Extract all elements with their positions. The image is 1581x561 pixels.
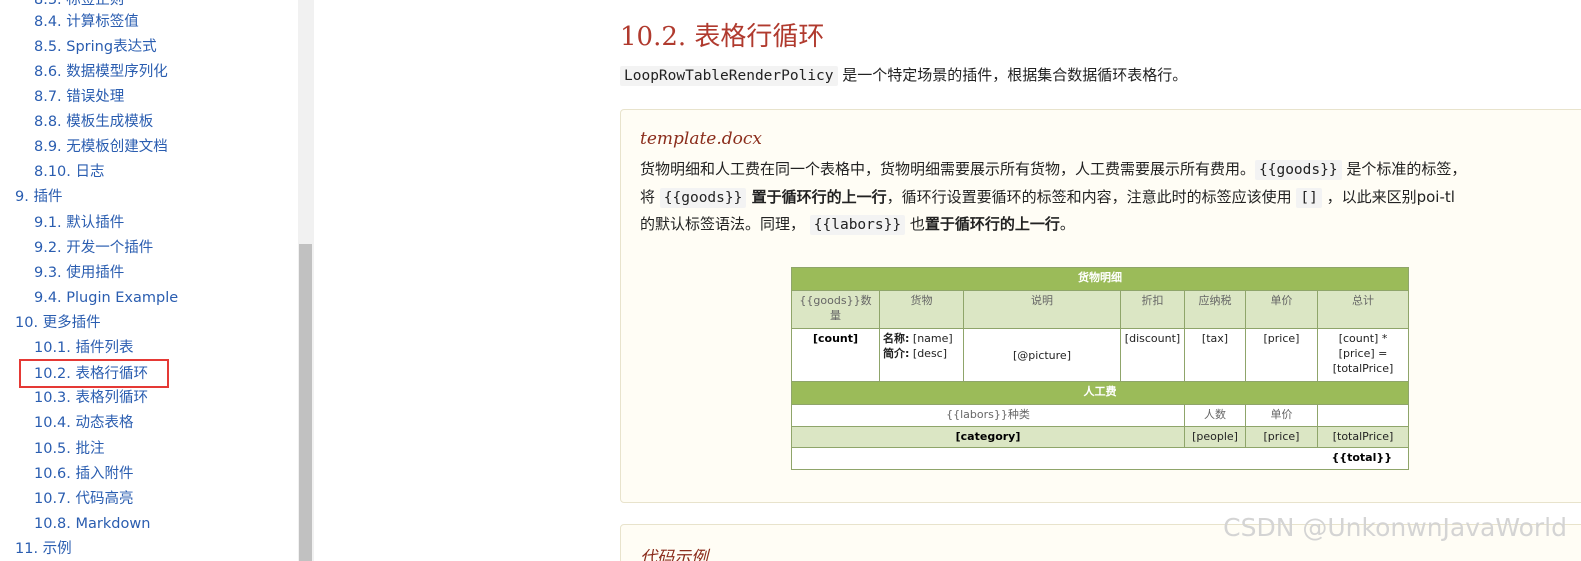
intro-text: 是一个特定场景的插件，根据集合数据循环表格行。 xyxy=(837,66,1188,84)
toc-item-9-4[interactable]: 9.4. Plugin Example xyxy=(34,288,178,308)
toc-item-8-10[interactable]: 8.10. 日志 xyxy=(34,162,105,182)
toc-item-10-7[interactable]: 10.7. 代码高亮 xyxy=(34,489,134,509)
cell-value: [name] xyxy=(912,331,953,345)
table-cell: [totalPrice] xyxy=(1316,425,1410,449)
template-table-image: 货物明细 {{goods}}数量 货物 说明 折扣 应纳税 单价 总计 [cou… xyxy=(790,267,1410,470)
toc-item-8-4[interactable]: 8.4. 计算标签值 xyxy=(34,12,139,32)
toc-item-11[interactable]: 11. 示例 xyxy=(15,539,72,559)
table-cell: [price] xyxy=(1245,327,1318,383)
desc-text: 的默认标签语法。同理， xyxy=(640,215,810,233)
toc-item-8-8[interactable]: 8.8. 模板生成模板 xyxy=(34,112,153,132)
table-header: 单价 xyxy=(1245,290,1318,329)
inline-code: [] xyxy=(1296,188,1322,208)
watermark: CSDN @UnkonwnJavaWorld xyxy=(1223,513,1567,542)
cell-key: 简介: xyxy=(883,346,910,360)
table-header: 单价 xyxy=(1245,404,1318,427)
intro-paragraph: LoopRowTableRenderPolicy 是一个特定场景的插件，根据集合… xyxy=(620,64,1187,87)
toc-item-9-1[interactable]: 9.1. 默认插件 xyxy=(34,213,124,233)
table-cell: [price] xyxy=(1245,425,1318,449)
toc-item-8-5[interactable]: 8.5. Spring表达式 xyxy=(34,37,157,57)
table-header: 说明 xyxy=(963,290,1121,329)
toc-item-8-9[interactable]: 8.9. 无模板创建文档 xyxy=(34,137,168,157)
content-area: 10.2. 表格行循环 LoopRowTableRenderPolicy 是一个… xyxy=(314,0,1581,561)
toc-item-8-7[interactable]: 8.7. 错误处理 xyxy=(34,87,124,107)
toc-item-9-3[interactable]: 9.3. 使用插件 xyxy=(34,263,124,283)
table-header: 人数 xyxy=(1184,404,1246,427)
toc-item-8-6[interactable]: 8.6. 数据模型序列化 xyxy=(34,62,168,82)
desc-bold: 置于循环行的上一行 xyxy=(924,215,1060,233)
toc-item-8-3[interactable]: 8.3. 标签正则 xyxy=(34,0,124,10)
table-header-empty xyxy=(1316,404,1410,427)
toc-item-10-6[interactable]: 10.6. 插入附件 xyxy=(34,464,134,484)
table-cell: [@picture] xyxy=(963,327,1121,383)
desc-bold: 置于循环行的上一行 xyxy=(746,188,887,206)
table-cell: [tax] xyxy=(1184,327,1246,383)
cell-key: 名称: xyxy=(883,331,910,345)
desc-line-2: 将 {{goods}} 置于循环行的上一行，循环行设置要循环的标签和内容，注意此… xyxy=(640,185,1455,210)
toc-item-10-4[interactable]: 10.4. 动态表格 xyxy=(34,413,134,433)
table-header: {{goods}}数量 xyxy=(791,290,880,329)
section-header-labor: 人工费 xyxy=(790,381,1410,406)
example-filename: template.docx xyxy=(640,129,762,149)
table-header: 总计 xyxy=(1316,290,1410,329)
inline-code: {{labors}} xyxy=(809,215,906,235)
table-header: {{labors}}种类 xyxy=(791,404,1185,427)
desc-text: 将 xyxy=(640,188,660,206)
table-cell: [count] xyxy=(791,327,880,383)
table-header: 应纳税 xyxy=(1184,290,1246,329)
desc-text: 是个标准的标签， xyxy=(1341,160,1467,178)
table-cell: [count] *[price] =[totalPrice] xyxy=(1316,327,1410,383)
desc-text: ，以此来区别poi-tl xyxy=(1321,188,1455,206)
toc-item-9[interactable]: 9. 插件 xyxy=(15,187,62,207)
grand-total-cell: {{total}} xyxy=(790,447,1410,470)
inline-code: LoopRowTableRenderPolicy xyxy=(620,66,838,86)
page-title: 10.2. 表格行循环 xyxy=(620,22,825,52)
desc-text: 。 xyxy=(1059,215,1075,233)
cell-value: [desc] xyxy=(912,346,948,360)
toc-item-10-3[interactable]: 10.3. 表格列循环 xyxy=(34,388,148,408)
inline-code: {{goods}} xyxy=(659,188,747,208)
table-header: 折扣 xyxy=(1120,290,1185,329)
toc-item-10-1[interactable]: 10.1. 插件列表 xyxy=(34,338,134,358)
toc-item-9-2[interactable]: 9.2. 开发一个插件 xyxy=(34,238,153,258)
toc-sidebar: 8.3. 标签正则 8.4. 计算标签值 8.5. Spring表达式 8.6.… xyxy=(0,0,298,561)
desc-line-3: 的默认标签语法。同理， {{labors}} 也置于循环行的上一行。 xyxy=(640,212,1075,237)
desc-text: ，循环行设置要循环的标签和内容，注意此时的标签应该使用 xyxy=(886,188,1297,206)
toc-item-10[interactable]: 10. 更多插件 xyxy=(15,313,101,333)
desc-text: 货物明细和人工费在同一个表格中，货物明细需要展示所有货物，人工费需要展示所有费用… xyxy=(640,160,1256,178)
table-cell: [people] xyxy=(1184,425,1246,449)
table-cell: [discount] xyxy=(1120,327,1185,383)
desc-line-1: 货物明细和人工费在同一个表格中，货物明细需要展示所有货物，人工费需要展示所有费用… xyxy=(640,157,1466,182)
table-cell: [category] xyxy=(791,425,1185,449)
toc-item-10-8[interactable]: 10.8. Markdown xyxy=(34,514,150,534)
next-example-label: 代码示例 xyxy=(640,548,708,561)
sidebar-scrollbar-thumb[interactable] xyxy=(299,244,312,561)
inline-code: {{goods}} xyxy=(1255,160,1342,180)
table-cell-goods: 名称: [name] 简介: [desc] xyxy=(879,327,964,383)
toc-item-10-5[interactable]: 10.5. 批注 xyxy=(34,439,105,459)
desc-text: 也 xyxy=(905,215,925,233)
table-header: 货物 xyxy=(879,290,964,329)
section-header-goods: 货物明细 xyxy=(790,267,1410,291)
active-item-highlight xyxy=(19,359,169,388)
